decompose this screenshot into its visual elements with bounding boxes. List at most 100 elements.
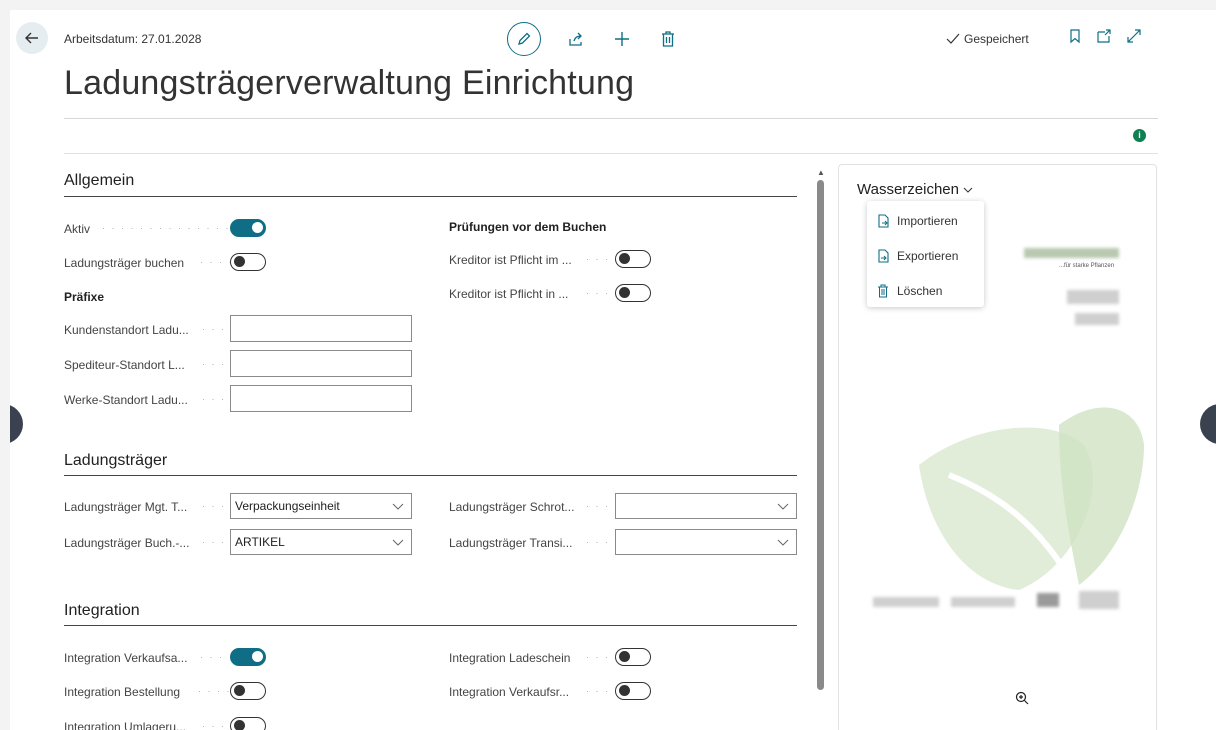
field-label-spediteur-standort: Spediteur-Standort L... (64, 358, 185, 372)
section-title-integration[interactable]: Integration (64, 602, 140, 620)
menu-item-label: Löschen (897, 284, 943, 298)
preview-address-blur (1067, 290, 1119, 304)
expand-button[interactable] (1126, 28, 1142, 49)
check-icon (946, 33, 960, 44)
field-label-integration-verkaufsrechnung: Integration Verkaufsr... (449, 685, 570, 699)
scroll-up-arrow-icon[interactable]: ▲ (817, 168, 825, 177)
ladungstraeger-transit-select[interactable] (615, 529, 797, 555)
field-dots: · · · (202, 394, 226, 404)
menu-item-label: Importieren (897, 214, 958, 228)
ladungstraeger-schrott-select[interactable] (615, 493, 797, 519)
import-file-icon (878, 214, 889, 228)
new-button[interactable] (611, 28, 633, 50)
preview-logo-blur (1024, 248, 1119, 258)
zoom-in-icon[interactable] (1015, 691, 1029, 705)
toggle-knob (252, 222, 263, 233)
field-label-ladungstraeger-mgt: Ladungsträger Mgt. T... (64, 500, 188, 514)
previous-page-handle[interactable] (10, 404, 23, 444)
field-dots: · · · (586, 288, 610, 298)
scrollbar-thumb[interactable] (817, 180, 824, 690)
preview-footer-blur (951, 597, 1015, 607)
toggle-integration-ladeschein[interactable] (615, 648, 651, 666)
field-label-kundenstandort: Kundenstandort Ladu... (64, 323, 189, 337)
page-tools (1068, 28, 1142, 49)
field-label-integration-bestellung: Integration Bestellung (64, 685, 181, 699)
toggle-integration-bestellung[interactable] (230, 682, 266, 700)
content-divider (64, 153, 1158, 154)
toggle-integration-umlagerung[interactable] (230, 717, 266, 730)
section-title-allgemein[interactable]: Allgemein (64, 172, 134, 190)
toggle-kreditor-pflicht-1[interactable] (615, 250, 651, 268)
preview-footer-blur (873, 597, 939, 607)
toggle-aktiv[interactable] (230, 219, 266, 237)
field-dots: · · · (202, 537, 226, 547)
spediteur-standort-input[interactable] (230, 350, 412, 377)
save-status: Gespeichert (946, 32, 1029, 46)
field-label-integration-verkaufsauftrag: Integration Verkaufsa... (64, 651, 188, 665)
toggle-integration-verkaufsauftrag[interactable] (230, 648, 266, 666)
field-label-integration-umlagerung: Integration Umlageru... (64, 720, 187, 730)
page: Arbeitsdatum: 27.01.2028 Gespeichert Lad… (10, 10, 1216, 730)
ladungstraeger-buch-select[interactable]: ARTIKEL (230, 529, 412, 555)
preview-caption: ...für starke Pflanzen (1059, 263, 1115, 269)
field-dots: · · · · (198, 686, 230, 696)
toggle-ladungstraeger-buchen[interactable] (230, 253, 266, 271)
section-divider (64, 625, 797, 626)
toggle-kreditor-pflicht-2[interactable] (615, 284, 651, 302)
factbox-title-label: Wasserzeichen (857, 181, 959, 198)
open-new-window-icon (1097, 29, 1111, 43)
menu-item-importieren[interactable]: Importieren (877, 214, 958, 228)
field-label-ladungstraeger-transit: Ladungsträger Transi... (449, 536, 573, 550)
field-dots: · · · (202, 324, 226, 334)
menu-item-label: Exportieren (897, 249, 959, 263)
toggle-knob (619, 253, 630, 264)
back-button[interactable] (16, 22, 48, 54)
toggle-knob (619, 651, 630, 662)
open-new-window-button[interactable] (1096, 28, 1112, 49)
page-title: Ladungsträgerverwaltung Einrichtung (64, 64, 635, 102)
menu-item-exportieren[interactable]: Exportieren (877, 249, 958, 263)
edit-button[interactable] (507, 22, 541, 56)
field-dots: · · · (202, 721, 226, 730)
factbox-wasserzeichen: Wasserzeichen ...für starke Pflanzen Imp… (838, 164, 1157, 730)
action-bar (507, 22, 679, 56)
field-dots: · · · · · · · · · · · · · · · · · · · · (102, 223, 230, 233)
group-head-praefixe: Präfixe (64, 290, 105, 304)
content-scrollbar[interactable]: ▲ (816, 168, 826, 730)
title-divider (64, 118, 1158, 119)
kundenstandort-input[interactable] (230, 315, 412, 342)
chevron-down-icon (392, 503, 404, 510)
delete-button[interactable] (657, 28, 679, 50)
factbox-title[interactable]: Wasserzeichen (857, 181, 974, 198)
werke-standort-input[interactable] (230, 385, 412, 412)
arrow-left-icon (25, 32, 38, 44)
bookmark-button[interactable] (1068, 28, 1082, 49)
info-icon[interactable]: i (1133, 129, 1146, 142)
field-label-ladungstraeger-schrott: Ladungsträger Schrot... (449, 500, 575, 514)
section-title-ladungstraeger[interactable]: Ladungsträger (64, 452, 167, 470)
preview-address-blur (1075, 313, 1119, 325)
field-dots: · · · (200, 652, 224, 662)
field-dots: · · · (202, 501, 226, 511)
next-page-handle[interactable] (1200, 404, 1216, 444)
share-button[interactable] (565, 28, 587, 50)
field-label-aktiv: Aktiv (64, 222, 91, 236)
field-label-ladungstraeger-buch: Ladungsträger Buch.-... (64, 536, 190, 550)
ladungstraeger-mgt-select[interactable]: Verpackungseinheit (230, 493, 412, 519)
field-label-kreditor-pflicht-2: Kreditor ist Pflicht in ... (449, 287, 569, 301)
plus-icon (615, 32, 629, 46)
toggle-integration-verkaufsrechnung[interactable] (615, 682, 651, 700)
section-divider (64, 475, 797, 476)
toggle-knob (619, 685, 630, 696)
menu-item-loeschen[interactable]: Löschen (877, 284, 942, 298)
field-label-werke-standort: Werke-Standort Ladu... (64, 393, 188, 407)
expand-icon (1127, 29, 1141, 43)
preview-footer-blur (1079, 591, 1119, 609)
select-value: ARTIKEL (235, 535, 285, 549)
watermark-leaf-graphic (919, 407, 1144, 590)
save-status-label: Gespeichert (964, 32, 1029, 46)
chevron-down-icon (392, 539, 404, 546)
group-head-pruefungen: Prüfungen vor dem Buchen (449, 220, 607, 234)
chevron-down-icon (777, 503, 789, 510)
chevron-down-icon (963, 187, 973, 193)
